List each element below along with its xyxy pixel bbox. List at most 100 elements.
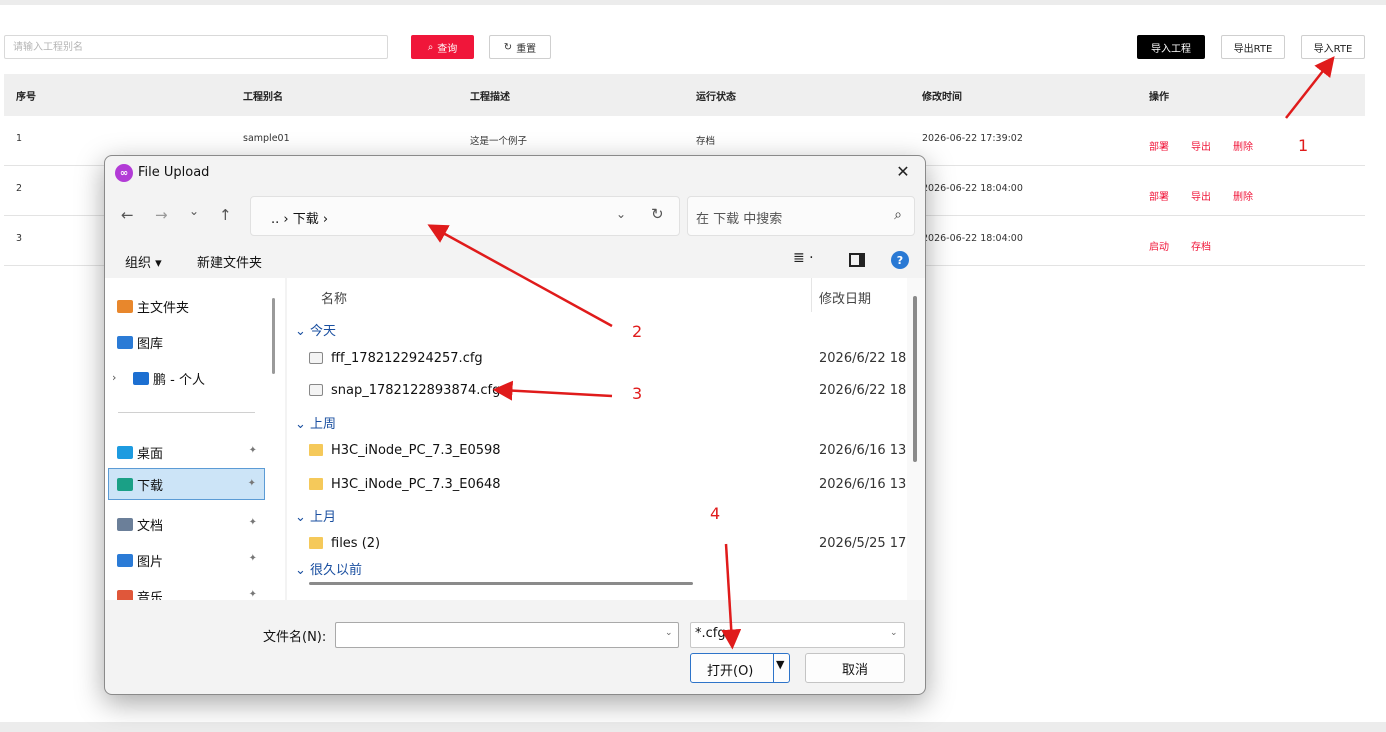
chevron-down-icon[interactable]: ⌄ [665, 628, 673, 638]
file-date: 2026/6/22 18: [819, 383, 907, 398]
group-label: 很久以前 [310, 563, 363, 578]
chevron-right-icon[interactable]: › [112, 371, 116, 384]
file-list: 名称 修改日期 ⌄ 今天 fff_1782122924257.cfg 2026/… [287, 278, 907, 600]
export-rte-button[interactable]: 导出RTE [1221, 35, 1285, 59]
file-row[interactable]: snap_1782122893874.cfg 2026/6/22 18: [309, 376, 907, 406]
search-icon: ⌕ [427, 41, 434, 53]
sidebar-item-downloads[interactable]: 下载 ✦ [108, 468, 265, 500]
annotation-number: 4 [710, 504, 721, 523]
chevron-down-icon[interactable]: ⌄ [890, 628, 898, 638]
export-link[interactable]: 导出 [1191, 183, 1211, 203]
group-last-week[interactable]: ⌄ 上周 [295, 413, 336, 432]
file-name: fff_1782122924257.cfg [331, 351, 483, 366]
open-button-split [773, 654, 774, 682]
refresh-icon: ↻ [503, 41, 513, 53]
import-rte-button[interactable]: 导入RTE [1301, 35, 1365, 59]
header-modified: 修改时间 [922, 91, 962, 103]
preview-pane-icon[interactable] [849, 253, 865, 267]
sidebar-item-gallery[interactable]: 图库 [117, 326, 265, 358]
open-label: 打开(O) [707, 664, 754, 679]
sidebar-divider [118, 412, 255, 413]
folder-search-placeholder: 在 下载 中搜索 [696, 212, 783, 227]
delete-link[interactable]: 删除 [1233, 133, 1253, 153]
sidebar-item-desktop[interactable]: 桌面 ✦ [117, 436, 265, 468]
sidebar-item-label: 图片 [137, 554, 164, 570]
recent-locations-chevron-icon[interactable]: ⌄ [189, 204, 199, 218]
sidebar-item-documents[interactable]: 文档 ✦ [117, 508, 265, 540]
sidebar-item-pictures[interactable]: 图片 ✦ [117, 544, 265, 576]
vertical-scrollbar[interactable] [913, 296, 917, 462]
group-long-ago[interactable]: ⌄ 很久以前 [295, 559, 362, 578]
pin-icon: ✦ [248, 553, 257, 564]
chevron-down-icon[interactable]: ⌄ [616, 207, 626, 221]
new-folder-button[interactable]: 新建文件夹 [197, 252, 262, 271]
bottom-bar [0, 722, 1386, 732]
back-arrow-icon[interactable]: ← [121, 206, 134, 224]
forward-arrow-icon[interactable]: → [155, 206, 168, 224]
file-date: 2026/6/16 13: [819, 477, 907, 492]
pin-icon: ✦ [248, 445, 257, 456]
config-file-icon [309, 352, 323, 364]
filename-input[interactable] [335, 622, 679, 648]
delete-link[interactable]: 删除 [1233, 183, 1253, 203]
sidebar-item-music[interactable]: 音乐 ✦ [117, 580, 265, 600]
project-alias-search-input[interactable] [4, 35, 388, 59]
start-link[interactable]: 启动 [1149, 233, 1169, 253]
app-icon: ∞ [115, 164, 133, 182]
filename-label: 文件名(N): [263, 630, 327, 645]
help-icon[interactable]: ? [891, 251, 909, 269]
folder-search-box[interactable]: 在 下载 中搜索 ⌕ [687, 196, 915, 236]
caret-down-icon[interactable]: ▼ [776, 658, 784, 671]
reset-label: 重置 [516, 43, 537, 55]
organize-menu[interactable]: 组织 ▾ [125, 252, 162, 271]
document-icon [117, 517, 133, 531]
file-name: H3C_iNode_PC_7.3_E0598 [331, 443, 501, 458]
file-list-header: 名称 修改日期 [287, 278, 907, 312]
file-row[interactable]: fff_1782122924257.cfg 2026/6/22 18: [309, 344, 907, 374]
deploy-link[interactable]: 部署 [1149, 133, 1169, 153]
archive-link[interactable]: 存档 [1191, 233, 1211, 253]
file-row[interactable]: H3C_iNode_PC_7.3_E0598 2026/6/16 13: [309, 436, 907, 466]
sidebar-item-personal-cloud[interactable]: › 鹏 - 个人 [112, 362, 265, 394]
column-modified-date[interactable]: 修改日期 [819, 288, 871, 307]
sidebar-item-label: 音乐 [137, 590, 164, 601]
file-row[interactable]: files (2) 2026/5/25 17: [309, 529, 907, 559]
horizontal-scrollbar[interactable] [309, 582, 693, 585]
group-label: 今天 [310, 324, 337, 339]
sidebar-scrollbar[interactable] [272, 298, 275, 374]
column-separator [811, 278, 812, 312]
row-actions: 部署 导出 删除 [1149, 166, 1275, 215]
column-name[interactable]: 名称 [321, 288, 347, 307]
address-bar[interactable]: .. › 下载 › ⌄ ↻ [250, 196, 680, 236]
export-link[interactable]: 导出 [1191, 133, 1211, 153]
header-alias: 工程别名 [243, 91, 283, 103]
sidebar-item-label: 桌面 [137, 446, 164, 462]
group-today[interactable]: ⌄ 今天 [295, 320, 336, 339]
file-name: files (2) [331, 536, 381, 551]
row-index: 2 [16, 183, 23, 194]
import-project-button[interactable]: 导入工程 [1137, 35, 1205, 59]
row-modified: 2026-06-22 17:39:02 [922, 133, 1023, 144]
up-arrow-icon[interactable]: ↑ [219, 206, 232, 224]
dialog-title: File Upload [138, 165, 210, 180]
home-icon [117, 299, 133, 313]
file-name: H3C_iNode_PC_7.3_E0648 [331, 477, 501, 492]
reset-button[interactable]: ↻ 重置 [489, 35, 551, 59]
file-name: snap_1782122893874.cfg [331, 383, 501, 398]
deploy-link[interactable]: 部署 [1149, 183, 1169, 203]
row-modified: 2026-06-22 18:04:00 [922, 183, 1023, 194]
sidebar-item-home[interactable]: 主文件夹 [117, 290, 265, 322]
group-last-month[interactable]: ⌄ 上月 [295, 506, 336, 525]
file-row[interactable]: H3C_iNode_PC_7.3_E0648 2026/6/16 13: [309, 470, 907, 500]
download-icon [117, 477, 133, 491]
sidebar-item-label: 文档 [137, 518, 164, 534]
cancel-button[interactable]: 取消 [805, 653, 905, 683]
group-label: 上周 [310, 417, 337, 432]
annotation-number: 1 [1298, 136, 1309, 155]
query-button[interactable]: ⌕ 查询 [411, 35, 474, 59]
refresh-icon[interactable]: ↻ [651, 205, 664, 223]
pin-icon: ✦ [248, 589, 257, 600]
view-options-icon[interactable]: ≣ · [793, 250, 814, 266]
close-icon[interactable]: ✕ [891, 162, 915, 181]
row-actions: 启动 存档 [1149, 216, 1233, 265]
